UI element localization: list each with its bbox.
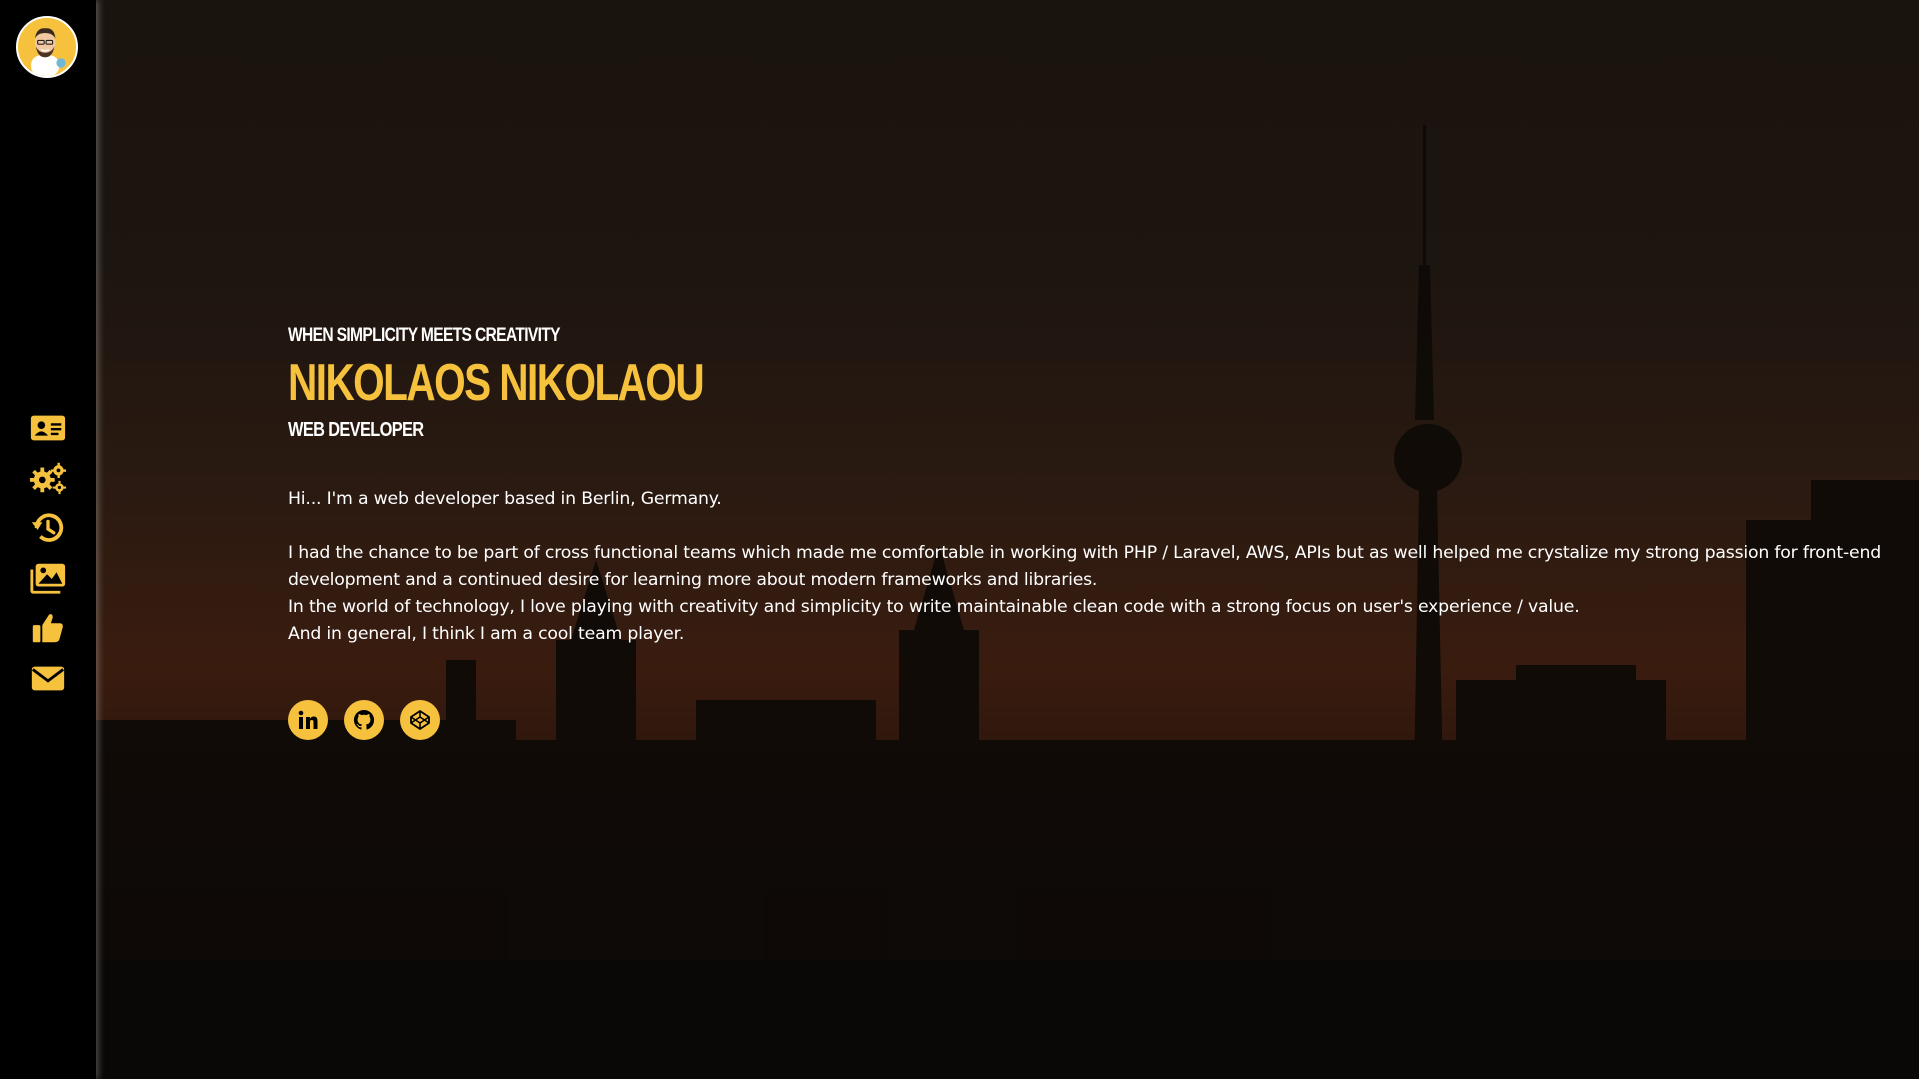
thumbs-up-icon	[32, 614, 63, 643]
bio-paragraph-3: And in general, I think I am a cool team…	[288, 624, 685, 644]
hero-role: WEB DEVELOPER	[288, 419, 424, 441]
sidebar	[0, 0, 96, 1079]
avatar-illustration	[18, 18, 73, 76]
nav-item-portfolio[interactable]	[24, 553, 72, 603]
bio-paragraph-2: In the world of technology, I love playi…	[288, 597, 1580, 617]
social-links	[288, 700, 1919, 740]
nav-item-about[interactable]	[24, 403, 72, 453]
bio-paragraph-1: I had the chance to be part of cross fun…	[288, 543, 1881, 590]
history-icon	[31, 513, 64, 542]
hero-name: NIKOLAOS NIKOLAOU	[288, 354, 705, 412]
codepen-icon	[410, 710, 430, 730]
hero-section: WHEN SIMPLICITY MEETS CREATIVITY NIKOLAO…	[96, 0, 1919, 1079]
linkedin-link[interactable]	[288, 700, 328, 740]
bio-intro: Hi... I'm a web developer based in Berli…	[288, 489, 722, 509]
images-icon	[30, 563, 66, 594]
sidebar-nav	[0, 403, 96, 703]
envelope-icon	[31, 666, 65, 691]
hero-tagline: WHEN SIMPLICITY MEETS CREATIVITY	[288, 325, 561, 346]
linkedin-icon	[298, 710, 318, 729]
avatar[interactable]	[16, 16, 78, 78]
gears-icon	[29, 462, 67, 495]
hero-bio: Hi... I'm a web developer based in Berli…	[288, 486, 1919, 648]
nav-item-contact[interactable]	[24, 653, 72, 703]
nav-item-experience[interactable]	[24, 503, 72, 553]
nav-item-skills[interactable]	[24, 453, 72, 503]
nav-item-recommendations[interactable]	[24, 603, 72, 653]
github-link[interactable]	[344, 700, 384, 740]
id-card-icon	[30, 415, 66, 441]
hero-content: WHEN SIMPLICITY MEETS CREATIVITY NIKOLAO…	[288, 325, 1919, 740]
github-icon	[353, 709, 375, 730]
codepen-link[interactable]	[400, 700, 440, 740]
